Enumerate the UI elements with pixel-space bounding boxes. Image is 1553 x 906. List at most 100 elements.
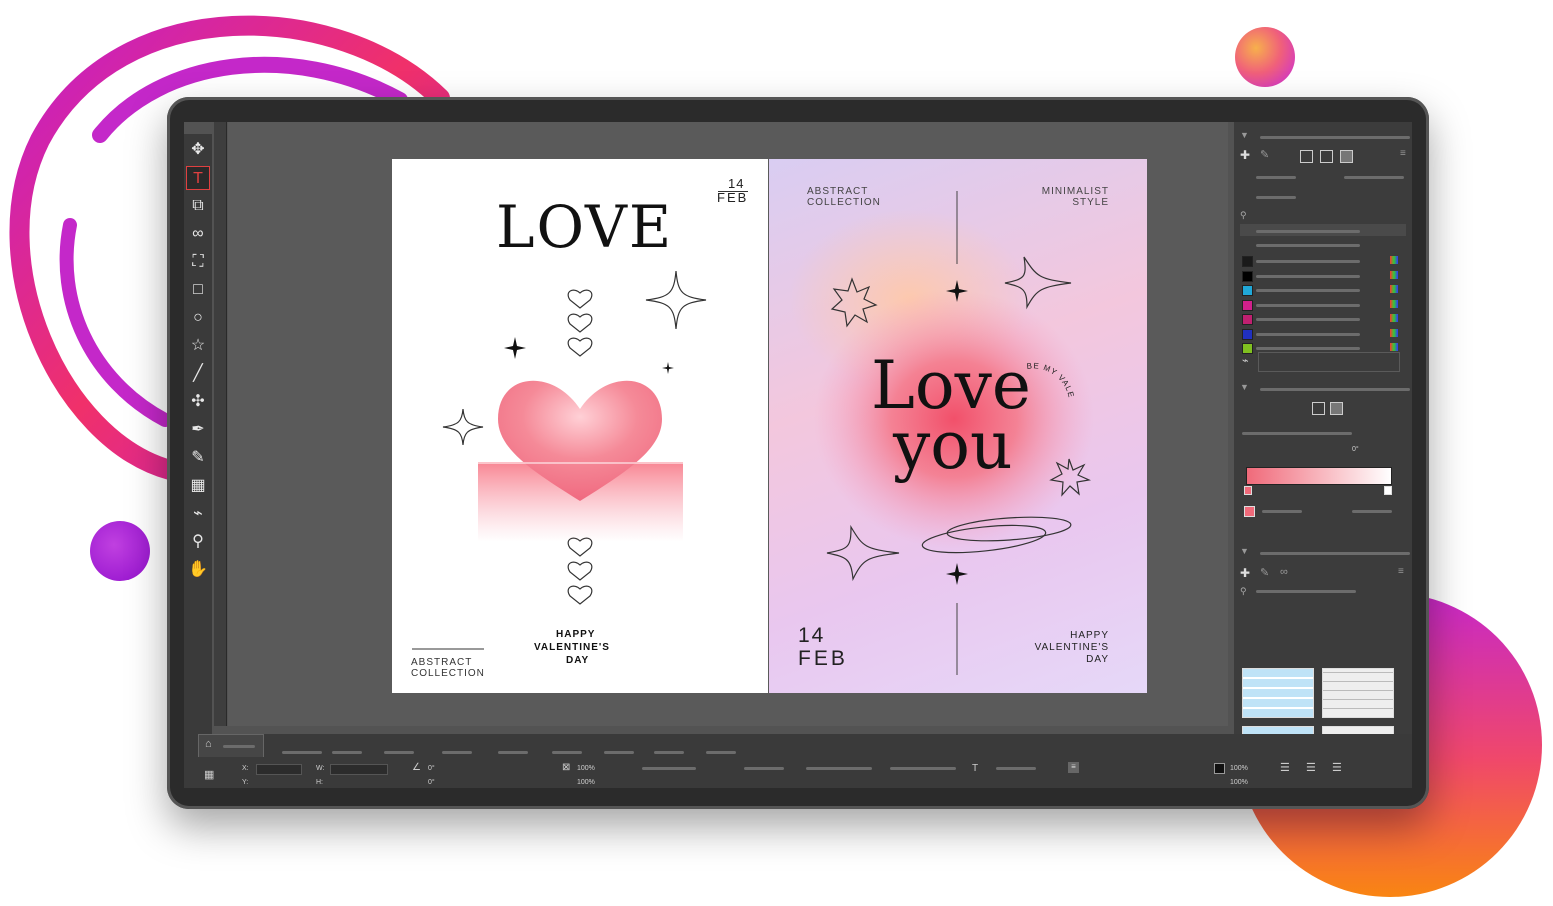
stroke-mode-icon[interactable]	[1320, 150, 1333, 163]
radial-gradient-icon[interactable]	[1330, 402, 1343, 415]
search-icon[interactable]: ⚲	[1240, 210, 1247, 221]
small-orange-orb	[1235, 27, 1295, 87]
right-top-right-2: STYLE	[1072, 197, 1109, 208]
table-tool-icon[interactable]: ▦	[186, 474, 210, 498]
shear-value[interactable]: 0°	[428, 779, 435, 786]
line-tool-icon[interactable]: ╱	[186, 362, 210, 386]
purple-orb	[90, 521, 150, 581]
inner-ring-arc-lower	[59, 218, 172, 427]
swatch-name-bar	[1256, 303, 1360, 307]
x-field[interactable]	[256, 764, 302, 775]
canvas-area[interactable]: 14 FEB LOVE ABSTRACT COLLECTION HAPPY VA…	[228, 122, 1268, 726]
stop-color-swatch[interactable]	[1244, 506, 1255, 517]
gradient-angle[interactable]: 0°	[1352, 446, 1359, 453]
home-tab[interactable]: ⌂	[198, 734, 264, 757]
page-left[interactable]: 14 FEB LOVE ABSTRACT COLLECTION HAPPY VA…	[392, 159, 768, 693]
type-size-icon: T	[972, 763, 979, 774]
image-frame-icon[interactable]: ⛶	[186, 250, 210, 274]
swatch-color-chip	[1242, 314, 1253, 325]
swatch-name-bar	[1256, 332, 1360, 336]
styles-panel-header[interactable]: ▼	[1240, 546, 1410, 558]
swatches-panel-header[interactable]: ▼	[1240, 130, 1410, 142]
outline-list-icon[interactable]: ☰	[1332, 761, 1342, 774]
swatch-color-chip	[1242, 285, 1253, 296]
add-swatch-icon[interactable]: ✚	[1240, 148, 1250, 162]
color-mode-icon	[1390, 343, 1398, 351]
linear-gradient-icon[interactable]	[1312, 402, 1325, 415]
table-style-thumb-1[interactable]	[1242, 668, 1314, 718]
style-menu-icon[interactable]: ≡	[1398, 566, 1404, 577]
opacity-2[interactable]: 100%	[1230, 779, 1248, 786]
swatch-color-chip	[1242, 328, 1253, 340]
ellipse-tool-icon[interactable]: ○	[186, 306, 210, 330]
right-top-right-1: MINIMALIST	[1041, 186, 1109, 197]
rotate-value[interactable]: 0°	[428, 765, 435, 772]
node-tool-icon[interactable]: ✣	[186, 390, 210, 414]
right-footer-3: DAY	[1086, 654, 1109, 665]
link-style-icon[interactable]: ∞	[1280, 566, 1288, 578]
opacity-1[interactable]: 100%	[1230, 765, 1248, 772]
fill-mode-icon[interactable]	[1300, 150, 1313, 163]
anchor-grid-icon[interactable]: ▦	[204, 768, 214, 781]
swatch-row[interactable]	[1240, 284, 1406, 296]
swatch-name-bar	[1256, 274, 1360, 278]
gradient-ramp[interactable]	[1246, 467, 1392, 485]
edit-swatch-icon[interactable]: ✎	[1260, 148, 1269, 161]
swatch-row[interactable]	[1240, 255, 1406, 267]
collapse-icon[interactable]: ▼	[1240, 130, 1249, 140]
swatch-color-chip	[1242, 270, 1253, 282]
styles-search-icon[interactable]: ⚲	[1240, 586, 1247, 597]
scale-icon: ⊠	[562, 762, 571, 773]
color-mode-icon	[1390, 256, 1398, 264]
numbered-list-icon[interactable]: ☰	[1306, 761, 1316, 774]
scale-x-value[interactable]: 100%	[577, 765, 595, 772]
eyedropper-tool-icon[interactable]: ⌁	[186, 502, 210, 526]
scale-y-value[interactable]: 100%	[577, 779, 595, 786]
add-style-icon[interactable]: ✚	[1240, 566, 1250, 580]
collapse-gradient-icon[interactable]: ▼	[1240, 382, 1249, 392]
page-right[interactable]: BE MY VALENTINE ABSTRACT COLLECTION MINI…	[769, 159, 1147, 693]
bullet-list-icon[interactable]: ☰	[1280, 761, 1290, 774]
swatches-toolbar: ✚ ✎ ≡	[1240, 148, 1406, 164]
gradient-stop-left[interactable]	[1244, 486, 1252, 495]
swatch-name-bar	[1256, 260, 1360, 263]
swatch-grid	[1258, 352, 1400, 372]
swatch-row[interactable]	[1240, 313, 1406, 325]
swatch-row[interactable]	[1240, 270, 1406, 282]
both-mode-icon[interactable]	[1340, 150, 1353, 163]
polygon-tool-icon[interactable]: ☆	[186, 334, 210, 358]
left-footer-center-2: VALENTINE'S	[534, 642, 610, 653]
pen-tool-icon[interactable]: ✒	[186, 418, 210, 442]
home-icon[interactable]: ⌂	[205, 738, 212, 750]
fill-color-icon[interactable]	[1214, 763, 1225, 774]
shape-builder-icon[interactable]: ⧉	[186, 194, 210, 218]
type-tool-icon[interactable]: T	[186, 166, 210, 190]
gradient-stop-right[interactable]	[1384, 486, 1392, 495]
move-tool-icon[interactable]: ✥	[186, 138, 210, 162]
right-headline-2: you	[893, 407, 1013, 484]
swatch-row[interactable]	[1240, 299, 1406, 311]
gradient-panel-header[interactable]: ▼	[1240, 382, 1410, 394]
right-top-left-2: COLLECTION	[807, 197, 881, 208]
swatch-name-bar	[1256, 347, 1360, 350]
left-footer-center-3: DAY	[566, 655, 590, 666]
vertical-ruler[interactable]	[214, 122, 227, 726]
table-style-thumb-2[interactable]	[1322, 668, 1394, 718]
pencil-tool-icon[interactable]: ✎	[186, 446, 210, 470]
left-footer-left-1: ABSTRACT	[411, 657, 473, 668]
rotate-icon: ∠	[412, 762, 421, 773]
zoom-tool-icon[interactable]: ⚲	[186, 530, 210, 554]
collapse-styles-icon[interactable]: ▼	[1240, 546, 1249, 556]
x-label: X:	[242, 765, 249, 772]
color-mode-icon	[1390, 299, 1398, 308]
swatch-row[interactable]	[1240, 328, 1406, 340]
align-left-icon[interactable]: ≡	[1068, 762, 1079, 773]
edit-style-icon[interactable]: ✎	[1260, 566, 1269, 579]
eyedropper-icon[interactable]: ⌁	[1242, 354, 1249, 367]
rectangle-tool-icon[interactable]: □	[186, 278, 210, 302]
menu-icon[interactable]: ≡	[1400, 148, 1406, 159]
hand-tool-icon[interactable]: ✋	[186, 558, 210, 582]
w-field[interactable]	[330, 764, 388, 775]
link-tool-icon[interactable]: ∞	[186, 222, 210, 246]
tools-panel: ✥ T ⧉ ∞ ⛶ □ ○ ☆ ╱ ✣ ✒ ✎ ▦ ⌁ ⚲ ✋	[184, 134, 212, 734]
